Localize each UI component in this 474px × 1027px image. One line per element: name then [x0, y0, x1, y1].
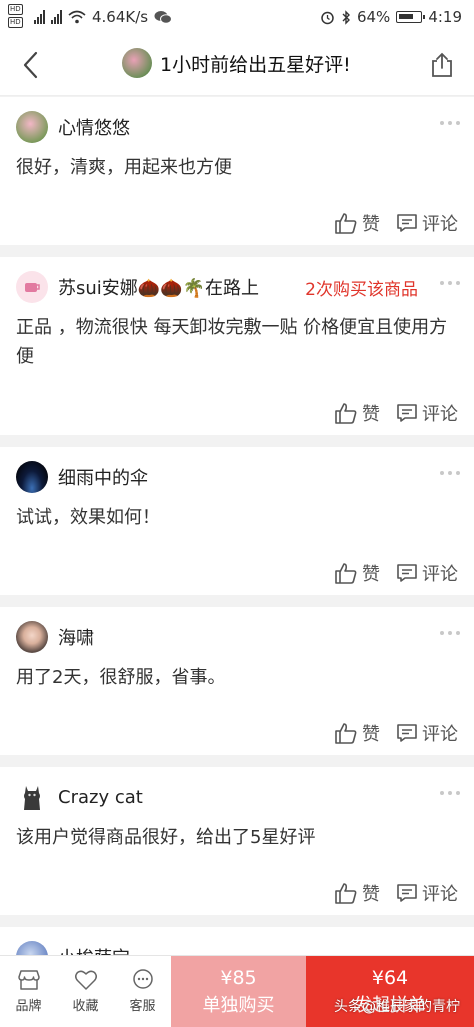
comment-icon — [397, 884, 417, 902]
comment-label: 评论 — [422, 214, 458, 235]
like-label: 赞 — [362, 404, 380, 425]
avatar[interactable] — [16, 111, 48, 143]
like-button[interactable]: 赞 — [334, 400, 380, 426]
battery-icon — [396, 11, 426, 23]
more-icon[interactable] — [440, 281, 460, 285]
heart-icon — [74, 970, 97, 990]
comment-icon — [397, 724, 417, 742]
network-speed: 4.64K/s — [92, 8, 149, 26]
battery-percent: 64% — [356, 8, 391, 26]
store-icon — [17, 970, 40, 990]
more-icon[interactable] — [440, 631, 460, 635]
thumbs-up-icon — [335, 723, 357, 744]
tab-label: 客服 — [129, 999, 156, 1014]
comment-label: 评论 — [422, 724, 458, 745]
avatar[interactable] — [16, 271, 48, 303]
like-label: 赞 — [362, 724, 380, 745]
tab-brand[interactable]: 品牌 — [0, 956, 57, 1027]
page-title-group: 1小时前给出五星好评! — [122, 48, 351, 78]
group-buy-button[interactable]: ¥64 发起拼单 — [306, 956, 474, 1027]
thumbs-up-icon — [335, 563, 357, 584]
comment-button[interactable]: 评论 — [396, 880, 458, 906]
review-username[interactable]: 海啸 — [58, 624, 94, 650]
group-price: ¥64 — [371, 966, 409, 989]
bottom-action-bar: 品牌 收藏 客服 ¥85 单独购买 ¥64 发起拼单 — [0, 955, 474, 1027]
comment-label: 评论 — [422, 564, 458, 585]
tab-customer-service[interactable]: 客服 — [114, 956, 171, 1027]
review-card: 苏sui安娜🌰🌰🌴在路上 2次购买该商品 正品 ，物流很快 每天卸妆完敷一贴 价… — [0, 257, 474, 435]
like-button[interactable]: 赞 — [334, 880, 380, 906]
page-title: 1小时前给出五星好评! — [160, 53, 351, 76]
review-card: Crazy cat 该用户觉得商品很好，给出了5星好评 赞 评论 — [0, 767, 474, 915]
nav-bar: 1小时前给出五星好评! — [0, 34, 474, 96]
comment-button[interactable]: 评论 — [396, 400, 458, 426]
review-card: 海啸 用了2天，很舒服，省事。 赞 评论 — [0, 607, 474, 755]
signal-icon-2 — [51, 10, 62, 24]
buy-single-button[interactable]: ¥85 单独购买 — [171, 956, 306, 1027]
comment-button[interactable]: 评论 — [396, 210, 458, 236]
back-icon[interactable] — [18, 50, 46, 80]
tab-label: 品牌 — [15, 999, 42, 1014]
hd-indicator: HD HD — [8, 4, 23, 28]
review-text: 试试，效果如何！ — [16, 507, 160, 528]
comment-button[interactable]: 评论 — [396, 720, 458, 746]
avatar — [122, 48, 152, 78]
like-label: 赞 — [362, 884, 380, 905]
comment-label: 评论 — [422, 404, 458, 425]
alarm-icon — [321, 11, 334, 24]
like-button[interactable]: 赞 — [334, 210, 380, 236]
single-label: 单独购买 — [202, 994, 275, 1016]
avatar[interactable] — [16, 781, 48, 813]
review-card: 细雨中的伞 试试，效果如何！ 赞 评论 — [0, 447, 474, 595]
more-icon[interactable] — [440, 791, 460, 795]
more-icon[interactable] — [440, 471, 460, 475]
review-username[interactable]: Crazy cat — [58, 787, 143, 808]
like-label: 赞 — [362, 564, 380, 585]
review-feed: 心情悠悠 很好，清爽，用起来也方便 赞 评论 苏sui安娜🌰🌰🌴在路上 2次购买… — [0, 97, 474, 999]
thumbs-up-icon — [335, 403, 357, 424]
avatar[interactable] — [16, 621, 48, 653]
clock-time: 4:19 — [428, 8, 462, 26]
review-text: 该用户觉得商品很好，给出了5星好评 — [16, 827, 316, 848]
watermark: 头条@稚辰家的青柠 — [334, 999, 460, 1015]
chat-icon — [132, 969, 153, 989]
comment-icon — [397, 214, 417, 232]
avatar[interactable] — [16, 461, 48, 493]
like-button[interactable]: 赞 — [334, 560, 380, 586]
like-label: 赞 — [362, 214, 380, 235]
tab-favorite[interactable]: 收藏 — [57, 956, 114, 1027]
like-button[interactable]: 赞 — [334, 720, 380, 746]
tab-label: 收藏 — [72, 999, 99, 1014]
comment-icon — [397, 564, 417, 582]
more-icon[interactable] — [440, 121, 460, 125]
comment-icon — [397, 404, 417, 422]
wechat-icon — [154, 11, 173, 24]
comment-label: 评论 — [422, 884, 458, 905]
thumbs-up-icon — [335, 883, 357, 904]
bluetooth-icon — [342, 9, 350, 25]
share-icon[interactable] — [430, 52, 454, 78]
review-text: 很好，清爽，用起来也方便 — [16, 157, 232, 178]
review-card: 心情悠悠 很好，清爽，用起来也方便 赞 评论 — [0, 97, 474, 245]
review-text: 用了2天，很舒服，省事。 — [16, 667, 226, 688]
signal-icon — [34, 10, 45, 24]
single-price: ¥85 — [220, 966, 257, 989]
thumbs-up-icon — [335, 213, 357, 234]
repurchase-badge: 2次购买该商品 — [305, 279, 418, 300]
comment-button[interactable]: 评论 — [396, 560, 458, 586]
status-bar: HD HD 4.64K/s 64% 4:19 — [0, 0, 474, 34]
wifi-icon — [68, 10, 86, 24]
review-text: 正品 ，物流很快 每天卸妆完敷一贴 价格便宜且使用方便 — [16, 317, 448, 367]
review-username[interactable]: 苏sui安娜🌰🌰🌴在路上 — [58, 274, 259, 300]
review-username[interactable]: 细雨中的伞 — [58, 464, 148, 490]
review-username[interactable]: 心情悠悠 — [58, 114, 130, 140]
